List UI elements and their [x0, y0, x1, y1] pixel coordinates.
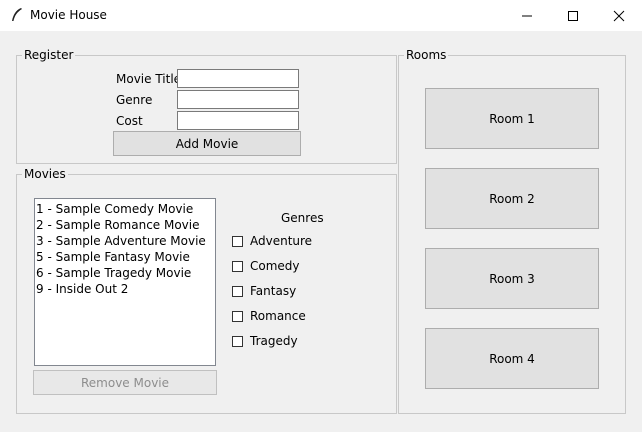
minimize-button[interactable] [504, 0, 550, 31]
checkbox-icon[interactable] [232, 235, 243, 247]
list-item[interactable]: 2 - Sample Romance Movie [35, 217, 215, 233]
add-movie-button[interactable]: Add Movie [113, 131, 301, 156]
register-legend: Register [22, 48, 76, 62]
movie-listbox[interactable]: 1 - Sample Comedy Movie 2 - Sample Roman… [34, 198, 216, 366]
room-1-button[interactable]: Room 1 [425, 88, 599, 149]
checkbox-icon[interactable] [232, 285, 243, 297]
room-4-button[interactable]: Room 4 [425, 328, 599, 389]
list-item[interactable]: 1 - Sample Comedy Movie [35, 201, 215, 217]
checkbox-label: Tragedy [250, 334, 298, 348]
window-title: Movie House [30, 8, 107, 22]
list-item[interactable]: 5 - Sample Fantasy Movie [35, 249, 215, 265]
genre-checkbox-tragedy[interactable]: Tragedy [232, 333, 298, 349]
feather-icon [12, 8, 22, 21]
close-button[interactable] [596, 0, 642, 31]
checkbox-label: Romance [250, 309, 306, 323]
cost-input[interactable] [177, 111, 299, 130]
checkbox-icon[interactable] [232, 335, 243, 347]
movie-title-input[interactable] [177, 69, 299, 88]
room-3-button[interactable]: Room 3 [425, 248, 599, 309]
checkbox-icon[interactable] [232, 310, 243, 322]
checkbox-label: Comedy [250, 259, 300, 273]
list-item[interactable]: 3 - Sample Adventure Movie [35, 233, 215, 249]
movies-legend: Movies [22, 167, 68, 181]
movie-title-label: Movie Title [116, 72, 182, 86]
room-2-button[interactable]: Room 2 [425, 168, 599, 229]
genre-label: Genre [116, 93, 153, 107]
cost-label: Cost [116, 114, 143, 128]
checkbox-label: Fantasy [250, 284, 297, 298]
checkbox-icon[interactable] [232, 260, 243, 272]
close-icon [613, 10, 625, 22]
list-item[interactable]: 6 - Sample Tragedy Movie [35, 265, 215, 281]
genre-checkbox-comedy[interactable]: Comedy [232, 258, 300, 274]
checkbox-label: Adventure [250, 234, 313, 248]
genre-checkbox-romance[interactable]: Romance [232, 308, 306, 324]
genre-checkbox-fantasy[interactable]: Fantasy [232, 283, 296, 299]
list-item[interactable]: 9 - Inside Out 2 [35, 281, 215, 297]
maximize-icon [568, 11, 578, 21]
title-bar: Movie House [0, 0, 642, 31]
genre-input[interactable] [177, 90, 299, 109]
genres-heading: Genres [281, 211, 324, 225]
rooms-legend: Rooms [404, 48, 449, 62]
minimize-icon [522, 15, 532, 17]
maximize-button[interactable] [550, 0, 596, 31]
genre-checkbox-adventure[interactable]: Adventure [232, 233, 312, 249]
remove-movie-button[interactable]: Remove Movie [33, 370, 217, 395]
